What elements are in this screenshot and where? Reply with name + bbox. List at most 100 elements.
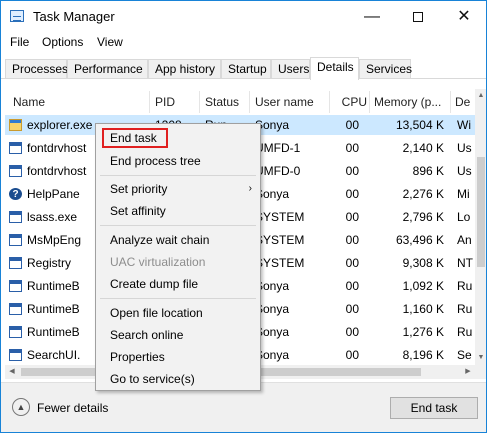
cell-cpu: 00 [345, 187, 359, 201]
maximize-icon [413, 11, 423, 22]
cell-description: Ru [457, 325, 473, 339]
cell-user-name: Sonya [255, 279, 290, 293]
close-button[interactable]: ✕ [441, 1, 486, 32]
cell-cpu: 00 [345, 302, 359, 316]
column-divider[interactable] [199, 91, 200, 113]
menu-item-set-affinity[interactable]: Set affinity [96, 200, 260, 222]
cell-cpu: 00 [345, 348, 359, 362]
menu-file[interactable]: File [10, 35, 29, 49]
help-icon: ? [9, 188, 22, 200]
column-header-name[interactable]: Name [13, 91, 149, 113]
menu-item-open-file-location[interactable]: Open file location [96, 302, 260, 324]
app-icon [9, 257, 22, 269]
tab-app-history[interactable]: App history [148, 59, 221, 79]
column-header-description[interactable]: De [455, 91, 475, 113]
cell-description: Ru [457, 302, 473, 316]
minimize-icon: — [364, 8, 380, 25]
tab-users[interactable]: Users [271, 59, 310, 79]
column-divider[interactable] [149, 91, 150, 113]
cell-cpu: 00 [345, 256, 359, 270]
end-task-highlight [102, 128, 168, 148]
menu-item-search-online[interactable]: Search online [96, 324, 260, 346]
task-manager-icon [10, 10, 24, 22]
cell-memory: 1,276 K [402, 325, 444, 339]
cell-user-name: Sonya [255, 325, 290, 339]
menu-item-set-priority[interactable]: Set priority › [96, 178, 260, 200]
column-divider[interactable] [450, 91, 451, 113]
column-header-memory[interactable]: Memory (p... [374, 91, 450, 113]
app-icon [9, 280, 22, 292]
scroll-left-icon[interactable]: ◀ [5, 365, 19, 379]
cell-memory: 1,092 K [402, 279, 444, 293]
column-header-user-name[interactable]: User name [255, 91, 329, 113]
tab-startup[interactable]: Startup [221, 59, 271, 79]
cell-user-name: SYSTEM [255, 210, 305, 224]
cell-memory: 1,160 K [402, 302, 444, 316]
tab-divider [1, 78, 486, 79]
cell-cpu: 00 [345, 164, 359, 178]
cell-user-name: UMFD-0 [255, 164, 301, 178]
menu-item-go-to-services[interactable]: Go to service(s) [96, 368, 260, 390]
fewer-details-link[interactable]: Fewer details [37, 401, 108, 415]
scroll-down-icon[interactable]: ▼ [475, 351, 486, 365]
column-divider[interactable] [369, 91, 370, 113]
cell-user-name: Sonya [255, 118, 290, 132]
cell-cpu: 00 [345, 325, 359, 339]
menu-view[interactable]: View [97, 35, 123, 49]
cell-description: Wi [457, 118, 471, 132]
cell-description: Us [457, 164, 472, 178]
maximize-button[interactable] [395, 1, 441, 32]
cell-memory: 8,196 K [402, 348, 444, 362]
cell-user-name: Sonya [255, 348, 290, 362]
column-divider[interactable] [249, 91, 250, 113]
menu-separator [100, 175, 256, 176]
column-divider[interactable] [329, 91, 330, 113]
app-icon [9, 142, 22, 154]
cell-cpu: 00 [345, 118, 359, 132]
tab-strip: Processes Performance App history Startu… [1, 57, 486, 80]
cell-user-name: SYSTEM [255, 256, 305, 270]
tab-performance[interactable]: Performance [67, 59, 148, 79]
app-icon [9, 326, 22, 338]
tab-services[interactable]: Services [359, 59, 412, 79]
menu-item-end-process-tree[interactable]: End process tree [96, 150, 260, 172]
cell-memory: 2,140 K [402, 141, 444, 155]
chevron-right-icon: › [248, 183, 252, 194]
scroll-right-icon[interactable]: ▶ [461, 365, 475, 379]
end-task-button[interactable]: End task [390, 397, 478, 419]
cell-user-name: SYSTEM [255, 233, 305, 247]
close-icon: ✕ [457, 8, 471, 25]
cell-user-name: Sonya [255, 187, 290, 201]
menu-item-analyze-wait-chain[interactable]: Analyze wait chain [96, 229, 260, 251]
column-header-status[interactable]: Status [205, 91, 249, 113]
cell-cpu: 00 [345, 279, 359, 293]
app-icon [9, 211, 22, 223]
context-menu: End task End process tree Set priority ›… [95, 123, 261, 391]
chevron-up-icon[interactable]: ▲ [12, 398, 30, 416]
cell-memory: 13,504 K [395, 118, 444, 132]
cell-description: An [457, 233, 472, 247]
vertical-scroll-thumb[interactable] [477, 157, 485, 267]
cell-user-name: UMFD-1 [255, 141, 301, 155]
tab-processes[interactable]: Processes [5, 59, 68, 79]
minimize-button[interactable]: — [349, 1, 395, 32]
menu-separator [100, 225, 256, 226]
menu-item-properties[interactable]: Properties [96, 346, 260, 368]
menu-options[interactable]: Options [42, 35, 83, 49]
cell-description: Us [457, 141, 472, 155]
cell-memory: 63,496 K [395, 233, 444, 247]
menu-item-create-dump-file[interactable]: Create dump file [96, 273, 260, 295]
app-icon [9, 234, 22, 246]
column-header-pid[interactable]: PID [155, 91, 199, 113]
tab-details[interactable]: Details [310, 57, 359, 80]
scroll-up-icon[interactable]: ▲ [475, 89, 486, 103]
cell-cpu: 00 [345, 210, 359, 224]
cell-description: Lo [457, 210, 471, 224]
folder-icon [9, 119, 22, 131]
window-title: Task Manager [33, 9, 115, 24]
vertical-scrollbar[interactable]: ▲ ▼ [475, 89, 486, 365]
cell-cpu: 00 [345, 141, 359, 155]
cell-description: Ru [457, 279, 473, 293]
cell-memory: 2,276 K [402, 187, 444, 201]
column-header-cpu[interactable]: CPU [337, 91, 367, 113]
